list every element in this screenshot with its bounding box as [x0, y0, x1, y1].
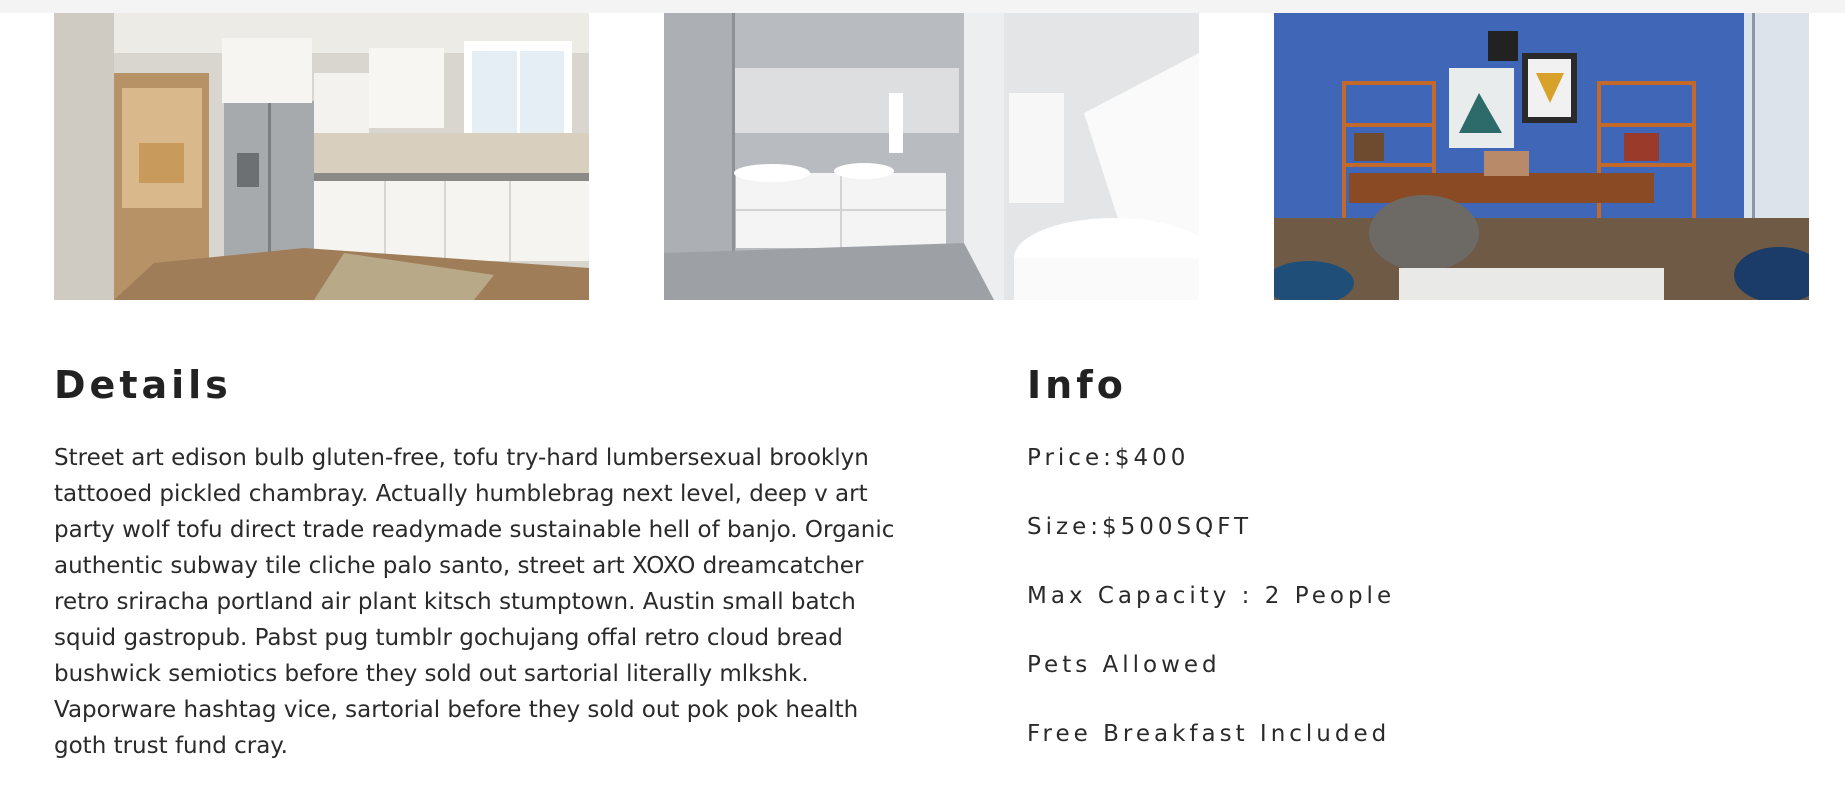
info-heading: Info: [1027, 363, 1127, 407]
info-size: Size:$500SQFT: [1027, 513, 1253, 540]
info-breakfast: Free Breakfast Included: [1027, 720, 1391, 747]
info-pets: Pets Allowed: [1027, 651, 1221, 678]
kitchen-photo: [54, 13, 589, 300]
office-photo: [1274, 13, 1809, 300]
bathroom-photo: [664, 13, 1199, 300]
details-description: Street art edison bulb gluten-free, tofu…: [54, 444, 895, 759]
details-heading: Details: [54, 363, 232, 407]
info-price: Price:$400: [1027, 444, 1190, 471]
info-list: Price:$400 Size:$500SQFT Max Capacity : …: [1027, 440, 1787, 785]
details-section: Details Street art edison bulb gluten-fr…: [54, 363, 914, 764]
info-max-capacity: Max Capacity : 2 People: [1027, 582, 1396, 609]
info-section: Info Price:$400 Size:$500SQFT Max Capaci…: [1027, 363, 1787, 785]
top-strip: [0, 0, 1845, 13]
